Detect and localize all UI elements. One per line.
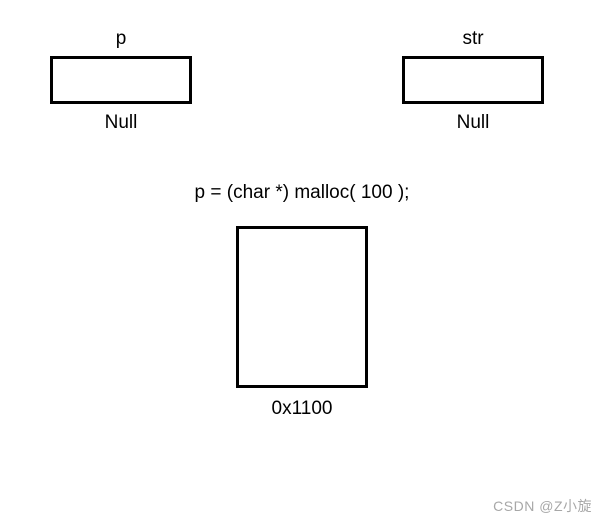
malloc-code-line: p = (char *) malloc( 100 );	[0, 182, 604, 204]
pointer-p-block: p Null	[50, 28, 192, 134]
pointer-str-box	[402, 56, 544, 104]
allocated-memory-block: 0x1100	[0, 226, 604, 420]
allocated-memory-box	[236, 226, 368, 388]
pointer-p-box	[50, 56, 192, 104]
pointer-str-block: str Null	[402, 28, 544, 134]
pointer-p-name: p	[116, 28, 127, 50]
watermark-text: CSDN @Z小旋	[493, 496, 592, 516]
allocated-memory-address: 0x1100	[272, 398, 333, 420]
pointer-str-name: str	[462, 28, 483, 50]
pointer-p-value: Null	[105, 112, 138, 134]
pointer-str-value: Null	[457, 112, 490, 134]
pointer-variables-row: p Null str Null	[0, 0, 604, 134]
